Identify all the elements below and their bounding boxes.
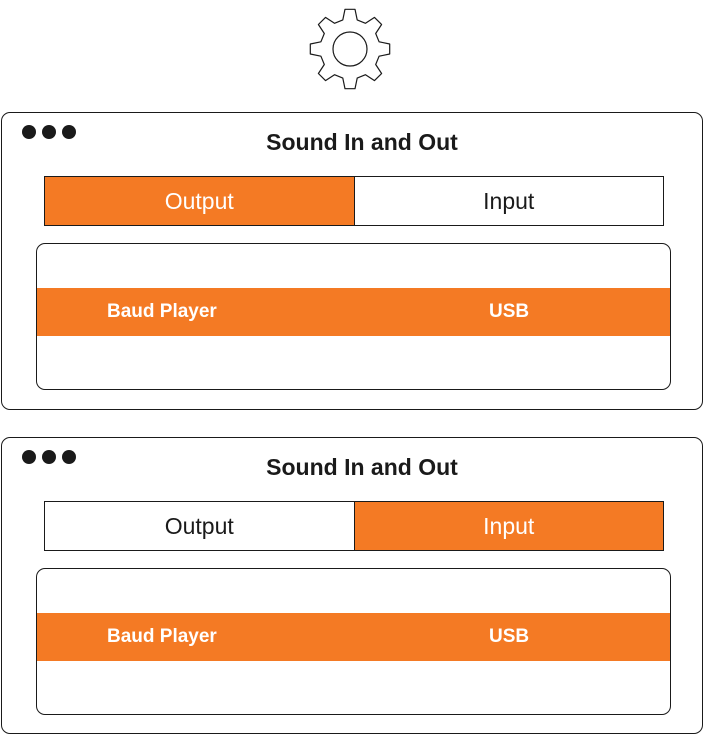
sound-settings-window-input: Sound In and Out Output Input Baud Playe… (1, 437, 703, 734)
gear-icon[interactable] (303, 7, 397, 91)
tab-input[interactable]: Input (353, 177, 663, 225)
device-row-selected[interactable]: Baud Player USB (37, 288, 670, 336)
tab-output[interactable]: Output (45, 502, 354, 550)
device-list: Baud Player USB (36, 568, 671, 715)
tab-input[interactable]: Input (353, 502, 663, 550)
tab-output[interactable]: Output (45, 177, 354, 225)
device-row-selected[interactable]: Baud Player USB (37, 613, 670, 661)
device-name: Baud Player (107, 626, 217, 647)
device-connection-type: USB (489, 626, 530, 647)
window-title: Sound In and Out (266, 129, 458, 155)
device-name: Baud Player (107, 301, 217, 322)
window-title: Sound In and Out (266, 454, 458, 480)
device-connection-type: USB (489, 301, 530, 322)
output-input-tab-bar: Output Input (44, 501, 664, 551)
sound-settings-window-output: Sound In and Out Output Input Baud Playe… (1, 112, 703, 410)
output-input-tab-bar: Output Input (44, 176, 664, 226)
device-list: Baud Player USB (36, 243, 671, 390)
